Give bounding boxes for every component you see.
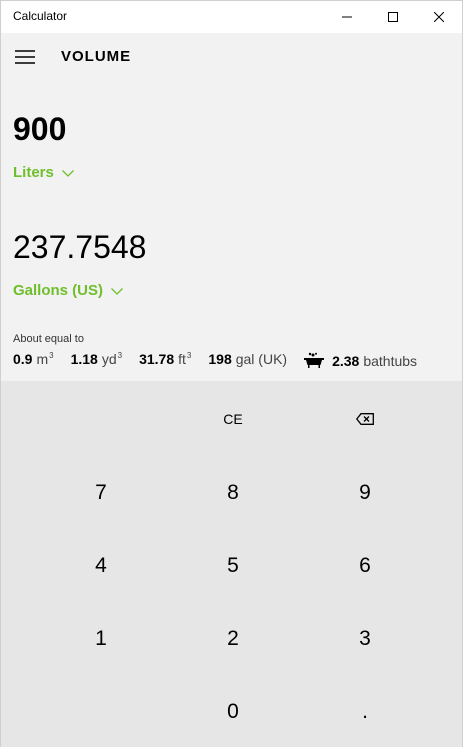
- close-icon: [434, 12, 444, 22]
- navigation-menu-button[interactable]: [5, 37, 45, 77]
- digit-4-button[interactable]: 4: [35, 529, 167, 602]
- digit-6-button[interactable]: 6: [299, 529, 431, 602]
- digit-1-button[interactable]: 1: [35, 602, 167, 675]
- equiv-unit: bathtubs: [363, 352, 418, 369]
- equiv-value: 1.18: [70, 351, 98, 367]
- bathtub-icon: [304, 352, 325, 371]
- decimal-point-button[interactable]: .: [299, 675, 431, 747]
- equiv-value: 198: [208, 351, 232, 367]
- title-bar: Calculator: [1, 1, 462, 33]
- to-unit-dropdown[interactable]: Gallons (US): [13, 282, 123, 299]
- close-button[interactable]: [416, 1, 462, 33]
- equiv-value: 31.78: [139, 351, 175, 367]
- digit-7-button[interactable]: 7: [35, 456, 167, 529]
- digit-0-button[interactable]: 0: [167, 675, 299, 747]
- maximize-button[interactable]: [370, 1, 416, 33]
- equiv-unit: gal (UK): [235, 351, 288, 367]
- equiv-cubic-feet: 31.78 ft 3: [139, 351, 191, 367]
- digit-8-button[interactable]: 8: [167, 456, 299, 529]
- hamburger-icon: [15, 50, 35, 64]
- equiv-unit: ft: [178, 351, 186, 367]
- equiv-exponent: 3: [49, 351, 54, 360]
- keypad: CE 7 8 9 4 5 6 1 2 3 0 .: [1, 381, 462, 747]
- equiv-cubic-meters: 0.9 m 3: [13, 351, 54, 367]
- equiv-bathtubs: 2.38 bathtubs: [304, 350, 417, 369]
- equiv-exponent: 3: [117, 351, 123, 360]
- chevron-down-icon: [61, 164, 74, 181]
- minimize-button[interactable]: [324, 1, 370, 33]
- equiv-value: 0.9: [13, 351, 33, 367]
- equiv-exponent: 3: [186, 351, 192, 360]
- output-value[interactable]: 237.7548: [13, 229, 146, 266]
- app-header: VOLUME: [1, 33, 462, 81]
- equiv-cubic-yards: 1.18 yd 3: [71, 351, 123, 367]
- window-title: Calculator: [13, 9, 68, 23]
- to-unit-label: Gallons (US): [13, 282, 104, 299]
- equiv-unit: m: [36, 351, 49, 367]
- equiv-uk-gallons: 198 gal (UK): [208, 351, 287, 367]
- backspace-button[interactable]: [299, 382, 431, 455]
- equiv-value: 2.38: [332, 352, 360, 369]
- digit-3-button[interactable]: 3: [299, 602, 431, 675]
- equivalents-row: 0.9 m 3 1.18 yd 3 31.78 ft 3 198 gal (UK…: [13, 349, 434, 369]
- digit-5-button[interactable]: 5: [167, 529, 299, 602]
- backspace-icon: [356, 412, 374, 425]
- chevron-down-icon: [111, 282, 123, 299]
- from-unit-dropdown[interactable]: Liters: [13, 164, 74, 181]
- equiv-unit: yd: [101, 351, 117, 367]
- digit-9-button[interactable]: 9: [299, 456, 431, 529]
- from-unit-label: Liters: [13, 164, 54, 181]
- digit-2-button[interactable]: 2: [167, 602, 299, 675]
- about-equal-label: About equal to: [13, 333, 84, 345]
- mode-title: VOLUME: [61, 48, 132, 65]
- minimize-icon: [342, 16, 352, 18]
- calculator-window: Calculator VOLUME 900 Liters 237.7548 Ga…: [0, 0, 463, 747]
- maximize-icon: [388, 12, 398, 22]
- clear-entry-button[interactable]: CE: [167, 382, 299, 455]
- input-value[interactable]: 900: [13, 111, 66, 148]
